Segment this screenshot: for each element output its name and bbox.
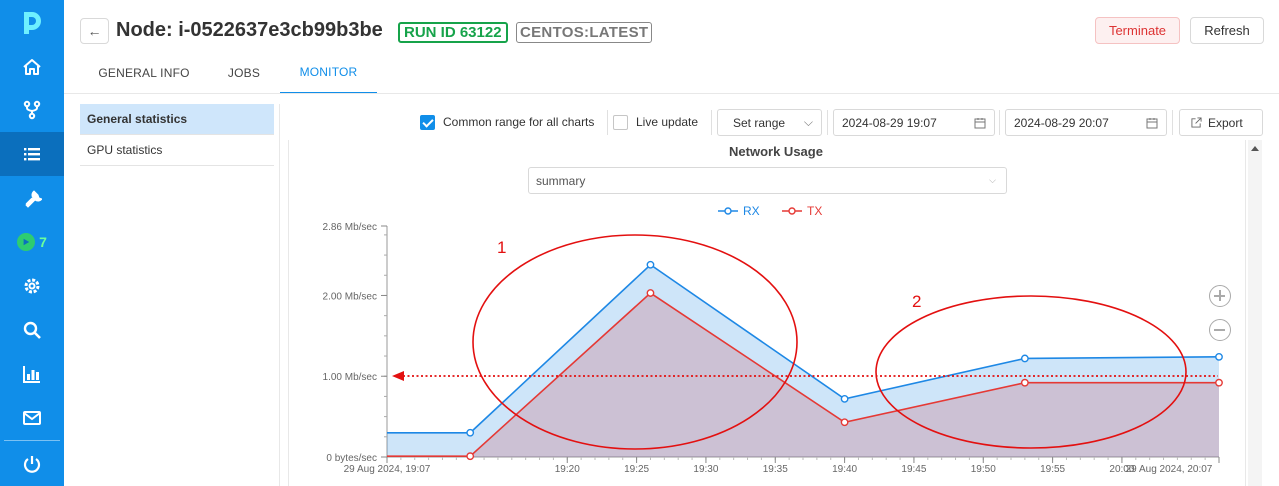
data-point-tx [1215, 378, 1223, 387]
data-point-tx [1020, 378, 1029, 387]
data-point-rx [1020, 354, 1029, 363]
y-axis: 0 bytes/sec 1.00 Mb/sec 2.00 Mb/sec 2.86 Mb… [323, 222, 388, 464]
legend-label-tx: TX [807, 204, 822, 218]
data-point-rx [646, 260, 655, 269]
x-tick-label: 19:45 [901, 464, 926, 475]
data-point-rx [840, 394, 849, 403]
x-tick-label: 19:40 [832, 464, 857, 475]
chart-legend: RX TX [718, 204, 822, 218]
data-point-tx [840, 418, 849, 427]
x-tick-label: 19:30 [693, 464, 718, 475]
network-usage-chart: Network Usage RX TX 0 bytes/sec 1.00 Mb/se… [323, 144, 1223, 475]
legend-marker [724, 207, 732, 215]
data-point-tx [466, 452, 475, 461]
data-point-rx [466, 428, 475, 437]
annotation-label-1: 1 [497, 238, 506, 257]
x-tick-label: 19:50 [971, 464, 996, 475]
plot-area [387, 260, 1223, 461]
x-axis: 29 Aug 2024, 19:07 19:20 19:25 19:30 19:35 19… [344, 456, 1220, 475]
y-tick-label: 1.00 Mb/sec [323, 372, 377, 383]
x-tick-label: 19:25 [624, 464, 649, 475]
chart-title: Network Usage [729, 144, 823, 159]
x-tick-label: 19:35 [763, 464, 788, 475]
y-tick-label: 2.86 Mb/sec [323, 222, 377, 233]
x-tick-label: 19:20 [555, 464, 580, 475]
y-tick-label: 2.00 Mb/sec [323, 291, 377, 302]
x-tick-label: 19:55 [1040, 464, 1065, 475]
legend-marker [788, 207, 796, 215]
annotation-arrowhead [392, 371, 404, 381]
y-tick-label: 0 bytes/sec [326, 453, 377, 464]
data-point-rx [1215, 352, 1223, 361]
legend-label-rx: RX [743, 204, 760, 218]
data-point-tx [646, 289, 655, 297]
x-tick-label: 29 Aug 2024, 20:07 [1126, 464, 1213, 475]
annotation-label-2: 2 [912, 292, 921, 311]
x-tick-label: 29 Aug 2024, 19:07 [344, 464, 431, 475]
